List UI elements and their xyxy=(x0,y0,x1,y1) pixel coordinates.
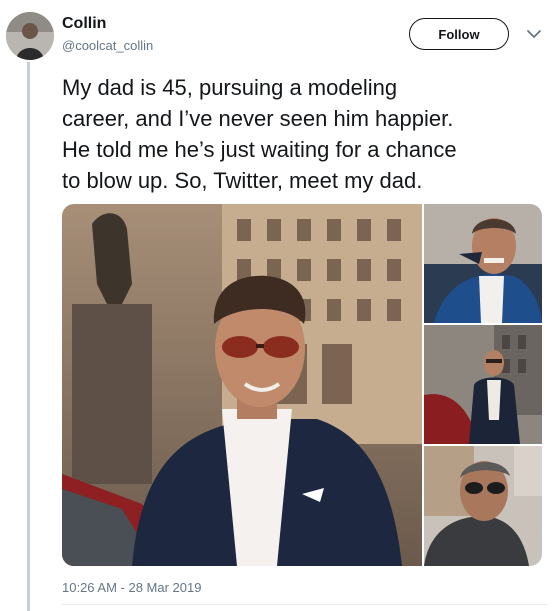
tweet-text: My dad is 45, pursuing a modeling career… xyxy=(62,72,548,196)
display-name[interactable]: Collin xyxy=(62,15,106,33)
media-photo-3[interactable] xyxy=(424,325,542,444)
tweet-line: career, and I’ve never seen him happier. xyxy=(62,106,454,131)
profile-avatar xyxy=(6,12,54,60)
man-in-sunglasses-navy-blazer-photo xyxy=(62,204,422,566)
media-photo-2[interactable] xyxy=(424,204,542,323)
man-standing-by-red-car-photo xyxy=(424,325,542,444)
man-laughing-with-sunglasses-photo xyxy=(424,204,542,323)
man-in-sunglasses-hoodie-photo xyxy=(424,446,542,566)
user-handle[interactable]: @coolcat_collin xyxy=(62,38,153,53)
author-avatar[interactable] xyxy=(6,12,54,60)
media-photo-main[interactable] xyxy=(62,204,422,566)
media-grid xyxy=(62,204,542,566)
tweet-line: He told me he’s just waiting for a chanc… xyxy=(62,137,457,162)
thread-line xyxy=(27,62,30,611)
media-photo-4[interactable] xyxy=(424,446,542,566)
tweet-line: to blow up. So, Twitter, meet my dad. xyxy=(62,168,423,193)
divider xyxy=(62,604,548,605)
chevron-down-icon[interactable] xyxy=(526,28,542,40)
follow-button[interactable]: Follow xyxy=(409,18,509,50)
tweet-timestamp[interactable]: 10:26 AM - 28 Mar 2019 xyxy=(62,580,201,595)
tweet-line: My dad is 45, pursuing a modeling xyxy=(62,75,398,100)
